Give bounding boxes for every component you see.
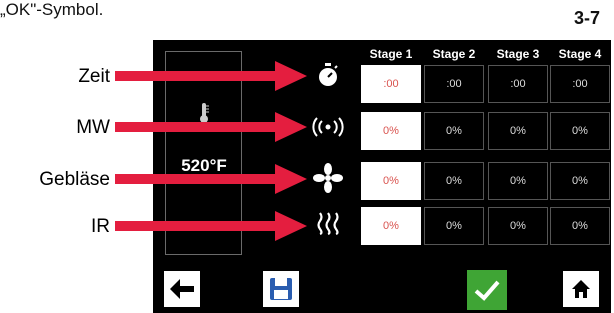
geblaese-stage-4-cell[interactable]: 0% <box>550 162 610 200</box>
label-zeit: Zeit <box>78 66 110 87</box>
floppy-disk-icon <box>270 278 292 300</box>
page-number: 3-7 <box>573 8 600 28</box>
ir-stage-2-cell[interactable]: 0% <box>424 207 484 245</box>
stage-3-header: Stage 3 <box>496 47 540 61</box>
label-geblaese: Gebläse <box>39 169 110 190</box>
checkmark-icon <box>474 280 500 301</box>
ir-stage-1-cell[interactable]: 0% <box>361 207 421 245</box>
mw-stage-2-cell[interactable]: 0% <box>424 112 484 150</box>
stopwatch-icon <box>319 63 338 86</box>
ir-stage-3-cell[interactable]: 0% <box>488 207 548 245</box>
microwave-signal-icon <box>312 117 344 137</box>
zeit-stage-2-cell[interactable]: :00 <box>424 65 484 103</box>
ok-button[interactable] <box>467 270 507 310</box>
caption-text: „OK"-Symbol. <box>0 0 104 19</box>
geblaese-stage-1-cell[interactable]: 0% <box>361 162 421 200</box>
zeit-stage-1-cell[interactable]: :00 <box>361 65 421 103</box>
arrow-geblaese <box>115 164 307 194</box>
stage-4-header: Stage 4 <box>558 47 602 61</box>
back-button[interactable] <box>164 271 200 307</box>
home-icon <box>572 280 590 298</box>
mw-stage-1-cell[interactable]: 0% <box>361 112 421 150</box>
save-button[interactable] <box>263 271 299 307</box>
mw-stage-4-cell[interactable]: 0% <box>550 112 610 150</box>
zeit-stage-3-cell[interactable]: :00 <box>488 65 548 103</box>
geblaese-stage-2-cell[interactable]: 0% <box>424 162 484 200</box>
fan-icon <box>313 163 343 193</box>
arrow-left-icon <box>170 279 194 299</box>
stage-1-header: Stage 1 <box>369 47 413 61</box>
ir-stage-4-cell[interactable]: 0% <box>550 207 610 245</box>
mw-stage-3-cell[interactable]: 0% <box>488 112 548 150</box>
zeit-stage-4-cell[interactable]: :00 <box>550 65 610 103</box>
label-mw: MW <box>76 117 110 138</box>
infrared-heat-icon <box>317 212 339 236</box>
arrow-ir <box>115 211 307 241</box>
geblaese-stage-3-cell[interactable]: 0% <box>488 162 548 200</box>
arrow-zeit <box>115 61 307 91</box>
home-button[interactable] <box>563 271 599 307</box>
stage-2-header: Stage 2 <box>432 47 476 61</box>
arrow-mw <box>115 112 307 142</box>
label-ir: IR <box>91 216 110 237</box>
